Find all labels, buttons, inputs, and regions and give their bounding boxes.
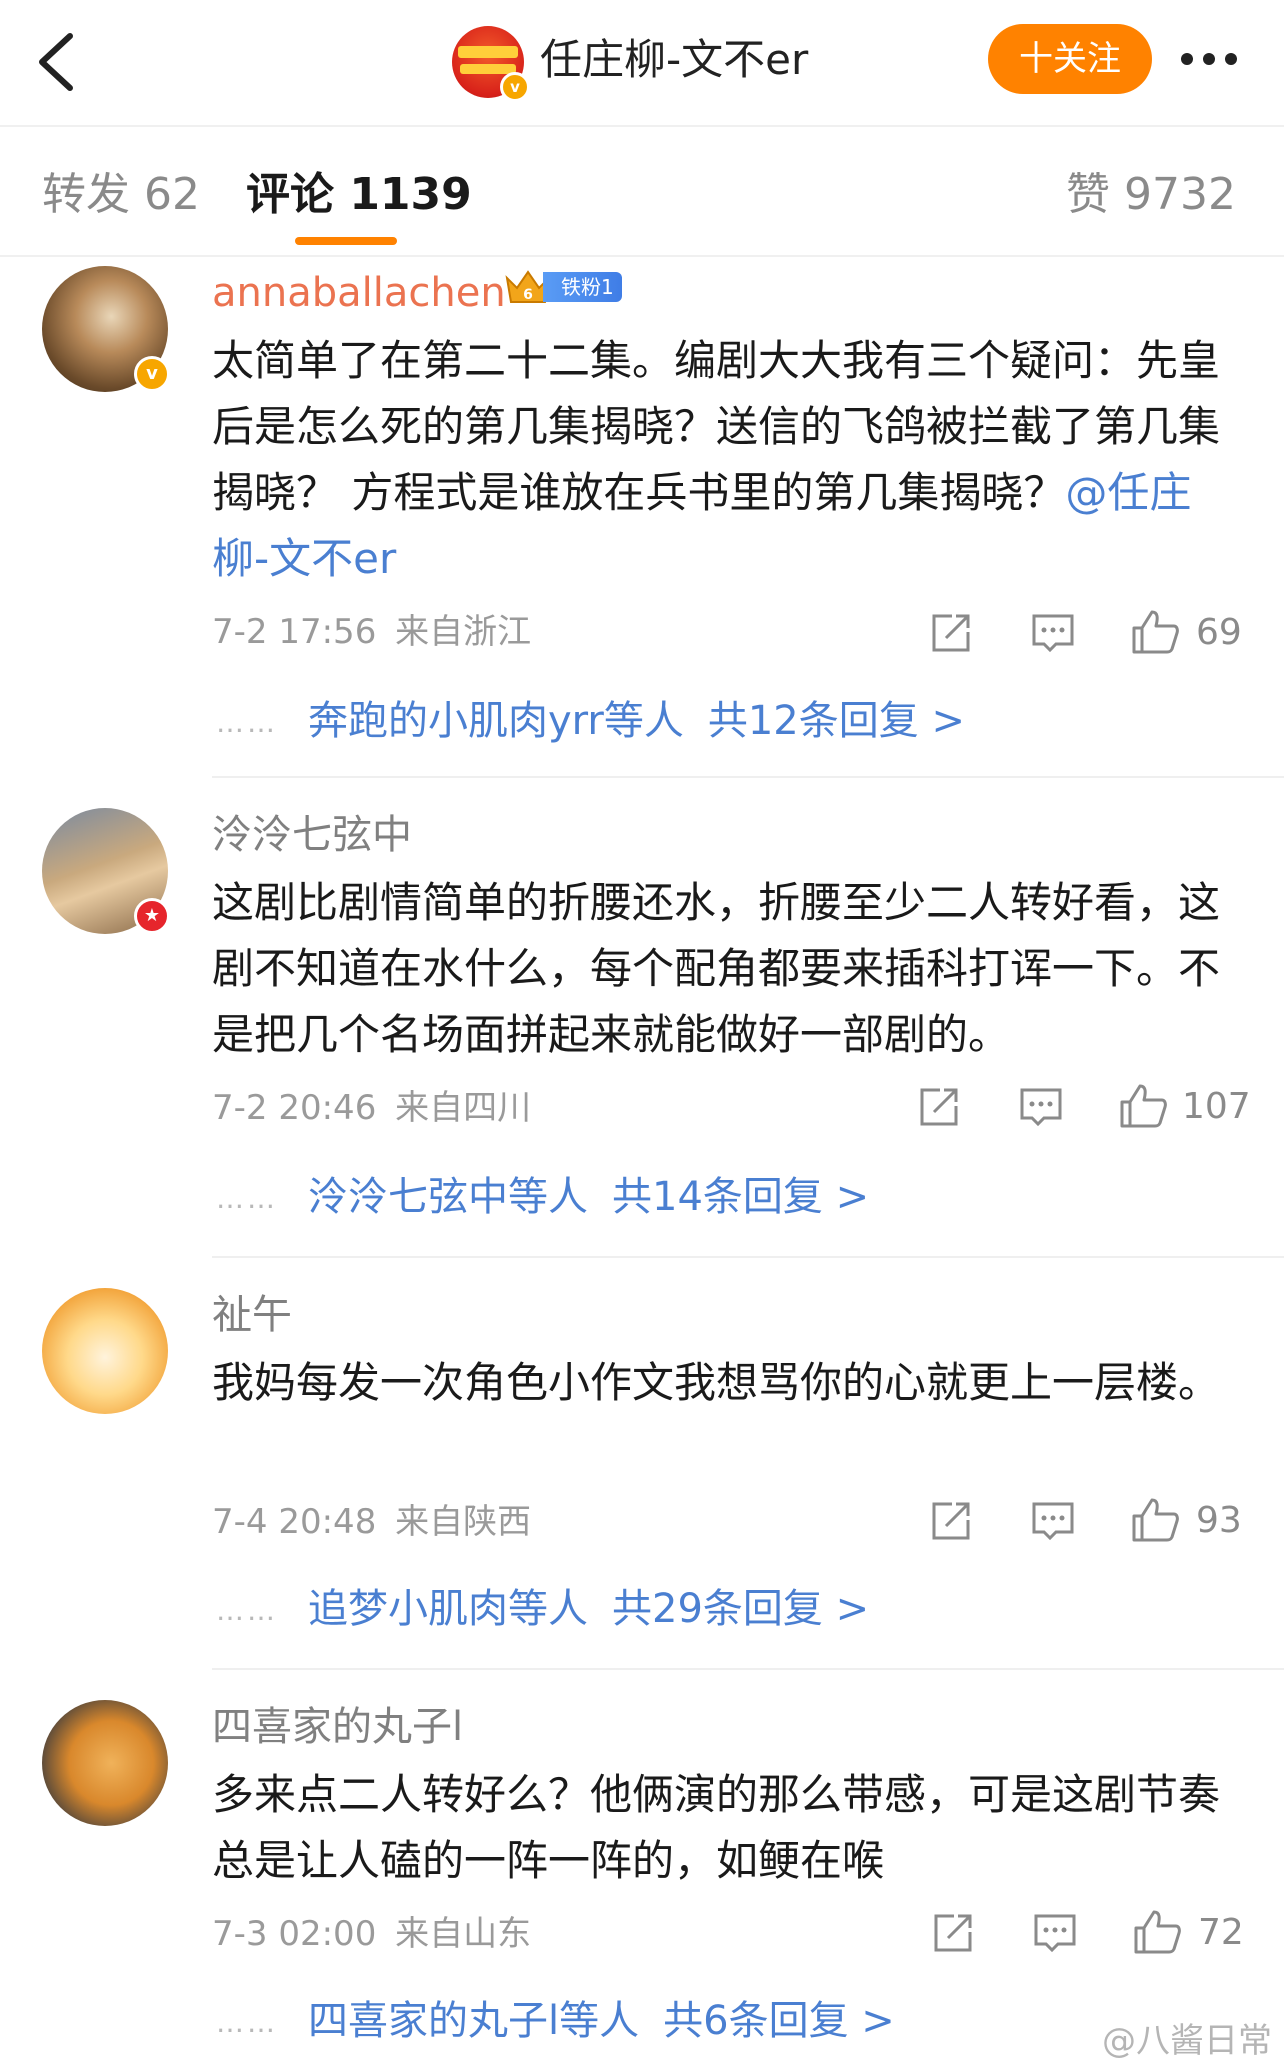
divider: [212, 776, 1284, 778]
username[interactable]: 泠泠七弦中: [212, 810, 412, 860]
active-tab-indicator: [295, 237, 397, 245]
reply-dots: ……: [216, 1594, 278, 1627]
avatar[interactable]: [42, 1288, 168, 1414]
reply-summary: …… 追梦小肌肉等人 共29条回复 >: [216, 1584, 869, 1636]
follow-button[interactable]: 十关注: [988, 24, 1152, 94]
reply-users[interactable]: 奔跑的小肌肉yrr: [308, 698, 604, 744]
tab-bar: 转发 62 评论 1139 赞 9732: [0, 127, 1284, 257]
comment-time: 7-2 20:46: [212, 1088, 377, 1128]
fan-badge-label: 铁粉1: [543, 272, 622, 302]
comment-body: 我妈每发一次角色小作文我想骂你的心就更上一层楼。: [212, 1358, 1221, 1407]
reply-summary: …… 四喜家的丸子l等人 共6条回复 >: [216, 1996, 895, 2048]
comment-item: ★ 泠泠七弦中 这剧比剧情简单的折腰还水，折腰至少二人转好看，这剧不知道在水什么…: [0, 800, 1284, 1230]
comment-meta: 7-2 20:46 来自四川: [212, 1086, 531, 1130]
author-avatar[interactable]: v: [452, 26, 530, 102]
view-replies-link[interactable]: 共14条回复 >: [612, 1174, 869, 1220]
comment-icon[interactable]: [1028, 608, 1078, 662]
author-name[interactable]: 任庄柳-文不er: [540, 30, 808, 90]
more-options-icon[interactable]: [1176, 40, 1246, 78]
tab-like[interactable]: 赞 9732: [1066, 165, 1236, 225]
reply-etc: 等人: [603, 698, 684, 744]
username[interactable]: 四喜家的丸子l: [212, 1702, 463, 1752]
like-icon[interactable]: [1130, 1494, 1180, 1548]
comment-time: 7-2 17:56: [212, 612, 377, 652]
comment-item: 四喜家的丸子l 多来点二人转好么？他俩演的那么带感，可是这剧节奏总是让人磕的一阵…: [0, 1692, 1284, 2068]
comment-body: 这剧比剧情简单的折腰还水，折腰至少二人转好看，这剧不知道在水什么，每个配角都要来…: [212, 878, 1221, 1059]
comment-location: 来自四川: [395, 1088, 532, 1128]
comment-icon[interactable]: [1030, 1908, 1080, 1962]
reply-summary: …… 泠泠七弦中等人 共14条回复 >: [216, 1172, 869, 1224]
comment-meta: 7-4 20:48 来自陕西: [212, 1500, 531, 1544]
like-count: 69: [1196, 612, 1242, 653]
comment-meta: 7-2 17:56 来自浙江: [212, 610, 531, 654]
top-bar: v 任庄柳-文不er 十关注: [0, 0, 1284, 127]
view-replies-link[interactable]: 共12条回复 >: [708, 698, 965, 744]
reply-users[interactable]: 泠泠七弦中: [308, 1174, 508, 1220]
back-icon[interactable]: [28, 28, 88, 96]
comment-time: 7-3 02:00: [212, 1914, 377, 1954]
view-replies-link[interactable]: 共6条回复 >: [663, 1998, 895, 2044]
comment-time: 7-4 20:48: [212, 1502, 377, 1542]
reply-users[interactable]: 追梦小肌肉: [308, 1586, 508, 1632]
reply-summary: …… 奔跑的小肌肉yrr等人 共12条回复 >: [216, 696, 965, 748]
reply-etc: 等人: [559, 1998, 640, 2044]
like-count: 107: [1182, 1086, 1251, 1127]
comment-body: 多来点二人转好么？他俩演的那么带感，可是这剧节奏总是让人磕的一阵一阵的，如鲠在喉: [212, 1770, 1221, 1885]
verified-icon: v: [134, 356, 170, 392]
fan-badge: 6 铁粉1: [503, 268, 628, 306]
comment-meta: 7-3 02:00 来自山东: [212, 1912, 531, 1956]
username[interactable]: annaballachen: [212, 268, 506, 318]
vip-star-icon: ★: [134, 898, 170, 934]
reply-dots: ……: [216, 2006, 278, 2039]
comment-item: 祉午 我妈每发一次角色小作文我想骂你的心就更上一层楼。 7-4 20:48 来自…: [0, 1280, 1284, 1680]
comment-location: 来自浙江: [395, 612, 532, 652]
share-icon[interactable]: [928, 1908, 978, 1962]
like-icon[interactable]: [1118, 1080, 1168, 1134]
view-replies-link[interactable]: 共29条回复 >: [612, 1586, 869, 1632]
verified-icon: v: [500, 72, 530, 102]
avatar[interactable]: ★: [42, 808, 170, 934]
divider: [212, 1256, 1284, 1258]
comment-icon[interactable]: [1028, 1496, 1078, 1550]
like-count: 72: [1198, 1912, 1244, 1953]
share-icon[interactable]: [926, 1496, 976, 1550]
share-icon[interactable]: [926, 608, 976, 662]
tab-comment[interactable]: 评论 1139: [246, 165, 472, 225]
watermark: @八酱日常: [1102, 2021, 1272, 2061]
comment-text: 太简单了在第二十二集。编剧大大我有三个疑问：先皇后是怎么死的第几集揭晓？送信的飞…: [212, 328, 1242, 592]
like-icon[interactable]: [1132, 1906, 1182, 1960]
divider: [212, 1668, 1284, 1670]
reply-dots: ……: [216, 1182, 278, 1215]
reply-etc: 等人: [508, 1174, 588, 1220]
avatar[interactable]: [42, 1700, 168, 1826]
fan-level: 6: [523, 287, 533, 303]
share-icon[interactable]: [914, 1082, 964, 1136]
comment-icon[interactable]: [1016, 1082, 1066, 1136]
username[interactable]: 祉午: [212, 1290, 292, 1340]
reply-users[interactable]: 四喜家的丸子l: [308, 1998, 559, 2044]
comment-location: 来自山东: [395, 1914, 532, 1954]
comment-item: v annaballachen 6 铁粉1 太简单了在第二十二集。编剧大大我有三…: [0, 258, 1284, 778]
reply-etc: 等人: [508, 1586, 588, 1632]
tab-repost[interactable]: 转发 62: [42, 165, 200, 225]
reply-dots: ……: [216, 706, 278, 739]
like-icon[interactable]: [1130, 606, 1180, 660]
comment-location: 来自陕西: [395, 1502, 532, 1542]
like-count: 93: [1196, 1500, 1242, 1541]
avatar[interactable]: v: [42, 266, 170, 392]
